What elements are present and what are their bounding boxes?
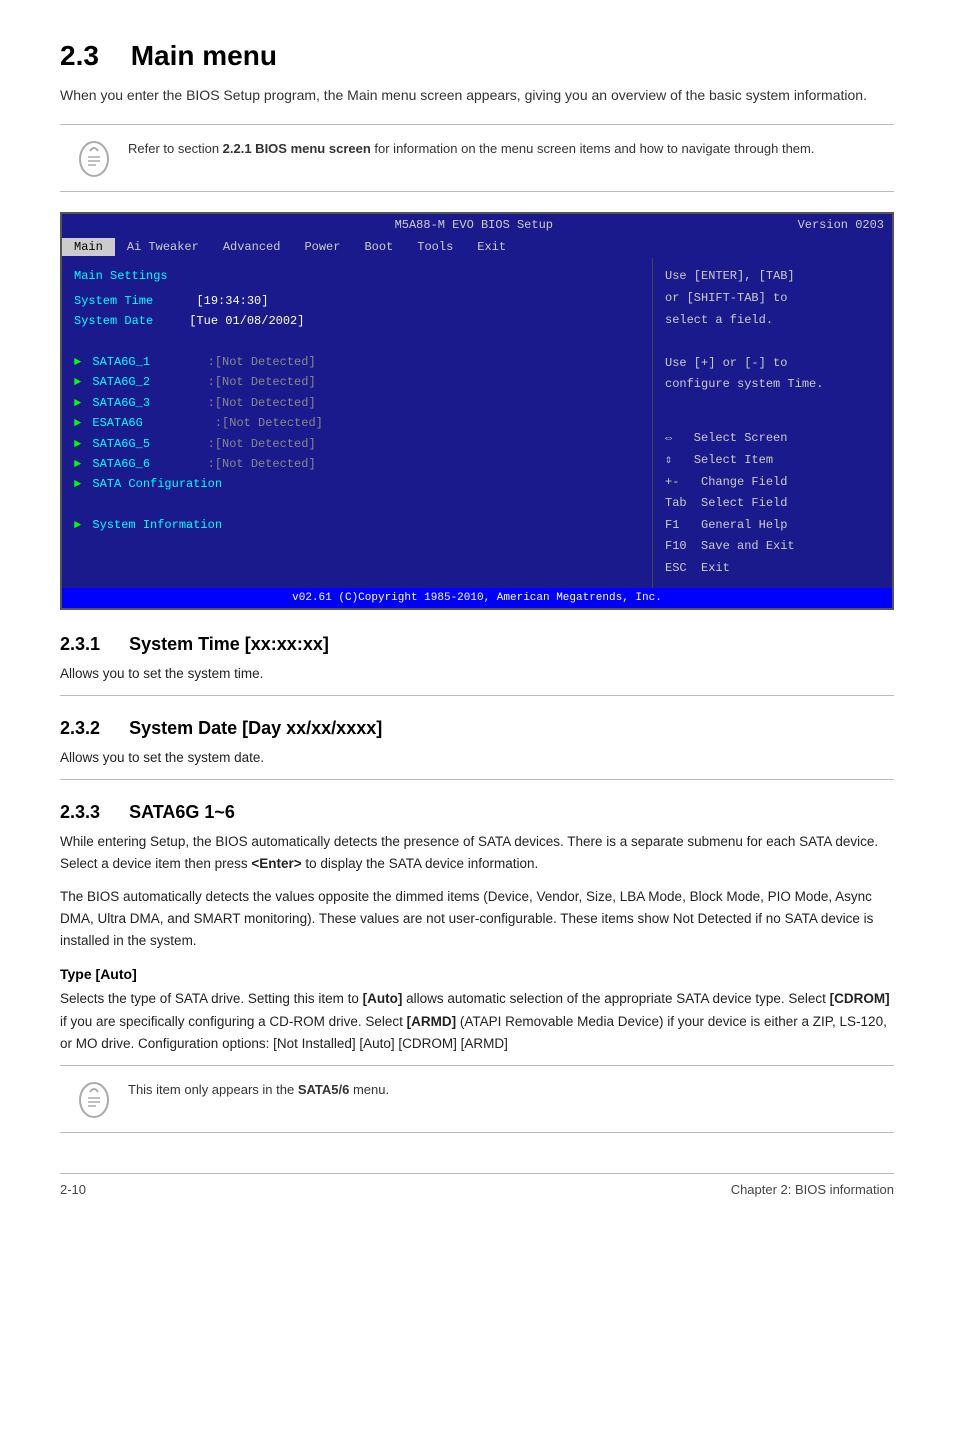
- bios-menu-boot[interactable]: Boot: [352, 238, 405, 256]
- intro-paragraph: When you enter the BIOS Setup program, t…: [60, 84, 894, 106]
- bios-left-panel: Main Settings System Time [19:34:30] Sys…: [62, 258, 652, 587]
- bios-sata-item-2: ► SATA6G_3 :[Not Detected]: [74, 393, 640, 413]
- page-footer: 2-10 Chapter 2: BIOS information: [60, 1173, 894, 1197]
- divider-1: [60, 695, 894, 696]
- bios-menu-bar: Main Ai Tweaker Advanced Power Boot Tool…: [62, 236, 892, 258]
- subsection-231-body: Allows you to set the system time.: [60, 663, 894, 685]
- bios-main-settings-header: Main Settings: [74, 266, 640, 286]
- bios-sata-config-row: ► SATA Configuration: [74, 474, 640, 494]
- bios-content-area: Main Settings System Time [19:34:30] Sys…: [62, 258, 892, 587]
- footer-chapter: Chapter 2: BIOS information: [731, 1182, 894, 1197]
- bios-sata-item-1: ► SATA6G_2 :[Not Detected]: [74, 372, 640, 392]
- note-icon-1: [76, 141, 112, 177]
- subsection-233-title: 2.3.3 SATA6G 1~6: [60, 802, 894, 823]
- subsection-231-title: 2.3.1 System Time [xx:xx:xx]: [60, 634, 894, 655]
- bios-title-bar: M5A88-M EVO BIOS Setup Version 0203: [62, 214, 892, 236]
- bios-system-info-row: ► System Information: [74, 515, 640, 535]
- bios-nav-help: ⇔ Select Screen ⇕ Select Item +- Change …: [665, 428, 880, 579]
- bios-help-text: Use [ENTER], [TAB] or [SHIFT-TAB] to sel…: [665, 266, 880, 396]
- bios-menu-advanced[interactable]: Advanced: [211, 238, 293, 256]
- divider-2: [60, 779, 894, 780]
- subsection-233-body1: While entering Setup, the BIOS automatic…: [60, 831, 894, 876]
- note-text-2: This item only appears in the SATA5/6 me…: [128, 1080, 389, 1101]
- note-text-1: Refer to section 2.2.1 BIOS menu screen …: [128, 139, 814, 160]
- type-auto-body: Selects the type of SATA drive. Setting …: [60, 988, 894, 1055]
- bios-sata-item-5: ► SATA6G_6 :[Not Detected]: [74, 454, 640, 474]
- bios-menu-main[interactable]: Main: [62, 238, 115, 256]
- bios-menu-exit[interactable]: Exit: [465, 238, 518, 256]
- bios-menu-ai-tweaker[interactable]: Ai Tweaker: [115, 238, 211, 256]
- type-auto-heading: Type [Auto]: [60, 966, 894, 982]
- bios-menu-power[interactable]: Power: [292, 238, 352, 256]
- bios-title-center: M5A88-M EVO BIOS Setup: [150, 218, 798, 232]
- subsection-233-body2: The BIOS automatically detects the value…: [60, 886, 894, 953]
- note-box-1: Refer to section 2.2.1 BIOS menu screen …: [60, 124, 894, 192]
- bios-footer: v02.61 (C)Copyright 1985-2010, American …: [62, 588, 892, 608]
- bios-sata-item-4: ► SATA6G_5 :[Not Detected]: [74, 434, 640, 454]
- bios-system-time-row: System Time [19:34:30]: [74, 291, 640, 311]
- subsection-232-title: 2.3.2 System Date [Day xx/xx/xxxx]: [60, 718, 894, 739]
- bios-system-date-row: System Date [Tue 01/08/2002]: [74, 311, 640, 331]
- subsection-232-body: Allows you to set the system date.: [60, 747, 894, 769]
- note-box-2: This item only appears in the SATA5/6 me…: [60, 1065, 894, 1133]
- bios-menu-tools[interactable]: Tools: [405, 238, 465, 256]
- note-icon-2: [76, 1082, 112, 1118]
- footer-page-number: 2-10: [60, 1182, 86, 1197]
- section-title: 2.3 Main menu: [60, 40, 894, 72]
- bios-screenshot: M5A88-M EVO BIOS Setup Version 0203 Main…: [60, 212, 894, 609]
- bios-right-panel: Use [ENTER], [TAB] or [SHIFT-TAB] to sel…: [652, 258, 892, 587]
- bios-sata-item-3: ► ESATA6G :[Not Detected]: [74, 413, 640, 433]
- bios-version: Version 0203: [798, 218, 884, 232]
- bios-sata-item-0: ► SATA6G_1 :[Not Detected]: [74, 352, 640, 372]
